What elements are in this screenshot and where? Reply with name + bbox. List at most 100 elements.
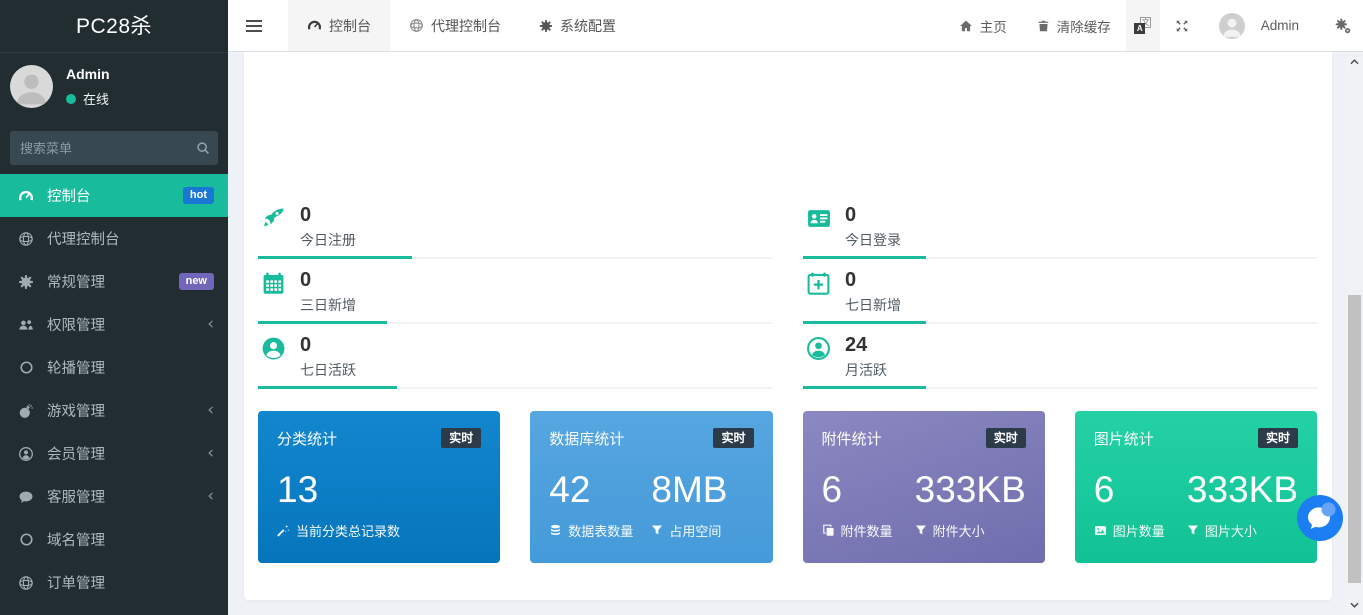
tab-system-config[interactable]: 系统配置 (520, 0, 635, 51)
scroll-up-arrow[interactable] (1346, 54, 1363, 70)
summary-cards: 分类统计 实时 13 当前分类总记录数 数据库统计 (244, 389, 1332, 563)
chat-widget-button[interactable] (1297, 495, 1343, 541)
sidebar-item-game-mgmt[interactable]: 游戏管理 ‹ (0, 389, 228, 432)
clear-cache-label: 清除缓存 (1057, 16, 1111, 36)
circle-icon (16, 360, 36, 375)
realtime-badge: 实时 (441, 428, 481, 448)
user-name: Admin (66, 66, 110, 82)
cogs-icon (16, 274, 36, 290)
navbar-username: Admin (1261, 18, 1299, 33)
stat-value: 0 (300, 204, 772, 226)
image-icon (1094, 524, 1107, 537)
card-value: 6 (822, 469, 915, 512)
dashboard-icon (307, 18, 322, 33)
sidebar-search (10, 131, 218, 165)
dashboard-icon (16, 188, 36, 204)
language-switch-button[interactable]: 文A (1126, 0, 1160, 51)
sidebar-user-panel: Admin 在线 (0, 53, 228, 118)
hot-badge: hot (183, 187, 214, 204)
tab-label: 控制台 (329, 16, 371, 36)
stat-label: 七日新增 (845, 295, 1317, 315)
sidebar-item-order-mgmt[interactable]: 订单管理 (0, 561, 228, 604)
sidebar: PC28杀 Admin 在线 控制台 hot 代理控制台 (0, 0, 228, 615)
sidebar-item-dashboard[interactable]: 控制台 hot (0, 174, 228, 217)
sidebar-item-agent-dashboard[interactable]: 代理控制台 (0, 217, 228, 260)
magic-wand-icon (277, 524, 290, 537)
clear-cache-button[interactable]: 清除缓存 (1022, 0, 1126, 51)
scroll-down-arrow[interactable] (1346, 597, 1363, 613)
sphere-icon (409, 18, 424, 33)
sidebar-item-domain-mgmt[interactable]: 域名管理 (0, 518, 228, 561)
home-icon (959, 19, 973, 33)
sidebar-toggle-button[interactable] (228, 17, 278, 35)
card-database-stats: 数据库统计 实时 42 数据表数量 8MB (530, 411, 772, 563)
filter-icon (915, 524, 927, 536)
search-input[interactable] (20, 141, 196, 156)
user-status-label: 在线 (83, 89, 109, 108)
stat-label: 七日活跃 (300, 360, 772, 380)
sidebar-item-member-mgmt[interactable]: 会员管理 ‹ (0, 432, 228, 475)
user-circle-icon (261, 336, 286, 361)
tab-dashboard[interactable]: 控制台 (288, 0, 390, 51)
copy-icon (822, 524, 835, 537)
card-image-stats: 图片统计 实时 6 图片数量 333KB (1075, 411, 1317, 563)
card-title: 附件统计 (822, 428, 882, 449)
card-title: 数据库统计 (549, 428, 624, 449)
chevron-left-icon: ‹ (207, 316, 214, 333)
stat-progress-bar (803, 386, 926, 389)
search-icon[interactable] (196, 141, 210, 155)
cogs-icon (1335, 18, 1351, 34)
tab-agent-dashboard[interactable]: 代理控制台 (390, 0, 520, 51)
new-badge: new (179, 273, 214, 290)
bomb-icon (16, 403, 36, 419)
sidebar-item-label: 权限管理 (47, 314, 105, 335)
online-status-dot (66, 94, 76, 104)
realtime-badge: 实时 (986, 428, 1026, 448)
card-category-stats: 分类统计 实时 13 当前分类总记录数 (258, 411, 500, 563)
circle-icon (16, 532, 36, 547)
sphere-icon (16, 575, 36, 591)
id-card-icon (806, 206, 832, 231)
dashboard-panel: 0 今日注册 0 今日登录 0 三日新增 0 七日新增 (244, 52, 1332, 600)
card-value: 42 (549, 469, 651, 512)
stat-progress-bar (258, 386, 397, 389)
card-title: 图片统计 (1094, 428, 1154, 449)
card-attachment-stats: 附件统计 实时 6 附件数量 333KB (803, 411, 1045, 563)
card-value-label: 附件大小 (933, 521, 985, 540)
card-value: 333KB (1187, 469, 1298, 512)
sidebar-item-carousel-mgmt[interactable]: 轮播管理 (0, 346, 228, 389)
chat-bubble-icon (1297, 495, 1343, 541)
scrollbar-thumb[interactable] (1348, 295, 1361, 583)
sidebar-item-permission-mgmt[interactable]: 权限管理 ‹ (0, 303, 228, 346)
card-value: 6 (1094, 469, 1187, 512)
sidebar-item-label: 会员管理 (47, 443, 105, 464)
settings-button[interactable] (1323, 0, 1363, 51)
stats-list: 0 今日注册 0 今日登录 0 三日新增 0 七日新增 (244, 52, 1332, 389)
sidebar-item-support-mgmt[interactable]: 客服管理 ‹ (0, 475, 228, 518)
stat-today-login: 0 今日登录 (803, 194, 1317, 259)
sidebar-item-label: 域名管理 (47, 529, 105, 550)
stat-value: 0 (300, 269, 772, 291)
gear-icon (539, 19, 553, 33)
users-icon (16, 317, 36, 333)
sidebar-item-label: 游戏管理 (47, 400, 105, 421)
main-content: 0 今日注册 0 今日登录 0 三日新增 0 七日新增 (228, 52, 1346, 615)
home-label: 主页 (980, 16, 1007, 36)
navbar-user-menu[interactable]: Admin (1204, 0, 1323, 51)
stat-label: 三日新增 (300, 295, 772, 315)
stat-month-active: 24 月活跃 (803, 324, 1317, 389)
stat-3day-new: 0 三日新增 (258, 259, 772, 324)
sidebar-item-label: 订单管理 (47, 572, 105, 593)
chevron-left-icon: ‹ (207, 402, 214, 419)
realtime-badge: 实时 (1258, 428, 1298, 448)
sidebar-item-cash-log[interactable]: 现金日志 (0, 604, 228, 615)
top-navbar: 控制台 代理控制台 系统配置 主页 清除缓存 文A (228, 0, 1363, 52)
tab-label: 代理控制台 (431, 16, 501, 36)
user-circle-outline-icon (806, 336, 831, 361)
home-link[interactable]: 主页 (944, 0, 1022, 51)
sidebar-item-label: 代理控制台 (47, 228, 120, 249)
sidebar-item-general-mgmt[interactable]: 常规管理 new (0, 260, 228, 303)
card-title: 分类统计 (277, 428, 337, 449)
card-value: 13 (277, 469, 481, 512)
fullscreen-button[interactable] (1160, 0, 1204, 51)
